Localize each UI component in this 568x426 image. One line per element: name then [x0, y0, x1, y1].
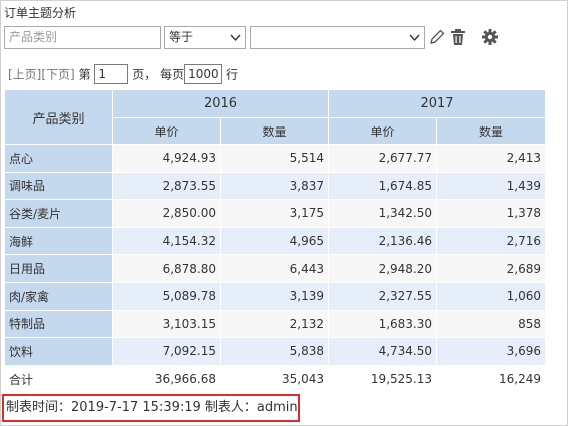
value-cell: 2,873.55 — [112, 171, 221, 201]
total-row: 合计 36,966.68 35,043 19,525.13 16,249 — [4, 364, 546, 394]
value-cell: 2,413 — [436, 144, 546, 173]
per-page-suffix: 行 — [225, 67, 238, 82]
value-cell: 3,103.15 — [112, 309, 221, 339]
value-select[interactable] — [250, 26, 425, 49]
value-cell: 3,139 — [220, 281, 329, 311]
value-cell: 3,175 — [220, 199, 329, 228]
table-row: 日用品 6,878.80 6,443 2,948.20 2,689 — [4, 254, 546, 283]
category-cell: 谷类/麦片 — [4, 199, 113, 228]
value-cell: 4,154.32 — [112, 226, 221, 256]
operator-select[interactable]: 等于 — [164, 26, 246, 49]
value-cell: 2,689 — [436, 254, 546, 283]
value-cell: 5,838 — [220, 337, 329, 366]
chevron-down-icon — [230, 27, 241, 55]
total-cell: 16,249 — [436, 364, 546, 394]
table-row: 饮料 7,092.15 5,838 4,734.50 3,696 — [4, 337, 546, 366]
category-cell: 饮料 — [4, 337, 113, 366]
value-cell: 2,948.20 — [328, 254, 437, 283]
table-row: 点心 4,924.93 5,514 2,677.77 2,413 — [4, 144, 546, 173]
value-cell: 858 — [436, 309, 546, 339]
value-cell: 2,132 — [220, 309, 329, 339]
value-cell: 4,734.50 — [328, 337, 437, 366]
table-row: 海鲜 4,154.32 4,965 2,136.46 2,716 — [4, 226, 546, 256]
value-cell: 4,924.93 — [112, 144, 221, 173]
next-page-link[interactable]: [下页] — [41, 68, 74, 82]
total-cell: 36,966.68 — [112, 364, 221, 394]
value-cell: 2,850.00 — [112, 199, 221, 228]
value-cell: 1,439 — [436, 171, 546, 201]
page-number-input[interactable]: 1 — [94, 64, 129, 84]
pagination: [上页][下页] 第 1 页， 每页 1000 行 — [8, 64, 238, 84]
value-cell: 3,837 — [220, 171, 329, 201]
year-header: 2017 — [328, 89, 546, 118]
value-cell: 5,089.78 — [112, 281, 221, 311]
measure-header-price: 单价 — [328, 117, 437, 145]
operator-label: 等于 — [169, 30, 194, 44]
gear-icon[interactable] — [481, 28, 499, 46]
value-cell: 2,716 — [436, 226, 546, 256]
value-cell: 1,378 — [436, 199, 546, 228]
page-prefix: 第 — [78, 67, 91, 82]
category-cell: 肉/家禽 — [4, 281, 113, 311]
value-cell: 3,696 — [436, 337, 546, 366]
value-cell: 1,674.85 — [328, 171, 437, 201]
pencil-icon[interactable] — [428, 28, 446, 46]
total-cell: 19,525.13 — [328, 364, 437, 394]
per-page-input[interactable]: 1000 — [184, 64, 223, 84]
category-cell: 调味品 — [4, 171, 113, 201]
total-cell: 35,043 — [220, 364, 329, 394]
value-cell: 1,342.50 — [328, 199, 437, 228]
category-cell: 点心 — [4, 144, 113, 173]
value-cell: 1,683.30 — [328, 309, 437, 339]
total-label: 合计 — [4, 364, 113, 394]
value-cell: 2,327.55 — [328, 281, 437, 311]
value-cell: 1,060 — [436, 281, 546, 311]
table-row: 特制品 3,103.15 2,132 1,683.30 858 — [4, 309, 546, 339]
category-cell: 日用品 — [4, 254, 113, 283]
value-cell: 2,136.46 — [328, 226, 437, 256]
page-title: 订单主题分析 — [4, 6, 77, 20]
field-select[interactable]: 产品类别 — [4, 26, 161, 49]
measure-header-price: 单价 — [112, 117, 221, 145]
table-row: 谷类/麦片 2,850.00 3,175 1,342.50 1,378 — [4, 199, 546, 228]
trash-icon[interactable] — [449, 28, 467, 46]
prev-page-link[interactable]: [上页] — [8, 68, 41, 82]
row-header-category: 产品类别 — [4, 89, 113, 145]
chevron-down-icon — [409, 27, 420, 55]
category-cell: 特制品 — [4, 309, 113, 339]
table-row: 调味品 2,873.55 3,837 1,674.85 1,439 — [4, 171, 546, 201]
page-suffix: 页， — [132, 67, 157, 82]
pivot-table: 产品类别 2016 2017 单价 数量 单价 数量 点心 4,924.93 5… — [4, 89, 546, 394]
value-cell: 6,443 — [220, 254, 329, 283]
per-page-prefix: 每页 — [160, 67, 185, 82]
table-row: 肉/家禽 5,089.78 3,139 2,327.55 1,060 — [4, 281, 546, 311]
measure-header-quantity: 数量 — [436, 117, 546, 145]
category-cell: 海鲜 — [4, 226, 113, 256]
measure-header-quantity: 数量 — [220, 117, 329, 145]
report-footer: 制表时间：2019-7-17 15:39:19 制表人：admin — [2, 394, 300, 422]
value-cell: 5,514 — [220, 144, 329, 173]
value-cell: 4,965 — [220, 226, 329, 256]
year-header: 2016 — [112, 89, 329, 118]
value-cell: 2,677.77 — [328, 144, 437, 173]
value-cell: 6,878.80 — [112, 254, 221, 283]
value-cell: 7,092.15 — [112, 337, 221, 366]
